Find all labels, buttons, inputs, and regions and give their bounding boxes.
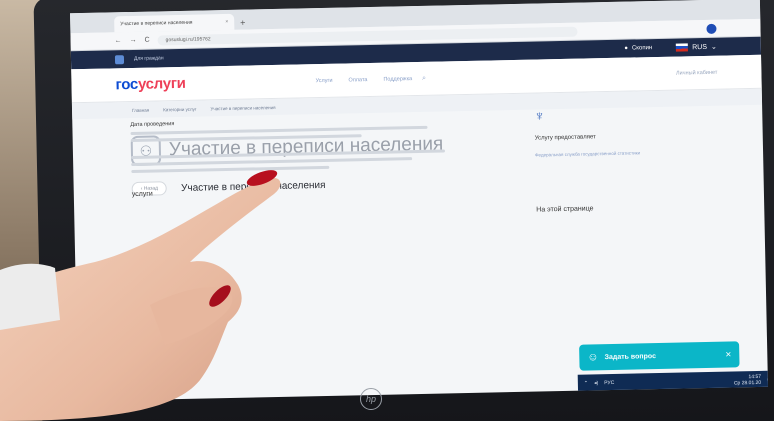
clock-date: Ср 28.01.20 — [733, 379, 762, 387]
breadcrumb-current: Участие в переписи населения — [210, 104, 276, 111]
ask-question-label: Задать вопрос — [604, 352, 656, 361]
provider-link[interactable]: Федеральная служба государственной стати… — [535, 148, 715, 159]
blurred-text-line — [130, 125, 428, 136]
browser-tab[interactable]: Участие в переписи населения × — [114, 13, 235, 33]
gosuslugi-logo[interactable]: госуслуги — [115, 75, 185, 93]
flag-icon — [676, 43, 689, 52]
close-icon[interactable]: × — [725, 349, 731, 360]
tab-close-icon[interactable]: × — [225, 19, 228, 25]
search-icon[interactable]: ⌕ — [422, 74, 426, 82]
chevron-down-icon: ⌄ — [710, 43, 717, 51]
blurred-text-line — [131, 165, 330, 174]
provider-label: Услугу предоставляет — [534, 134, 596, 142]
menu-item-support[interactable]: Поддержка — [383, 76, 412, 83]
location-label: Скопин — [631, 45, 653, 52]
photo-scene: Участие в переписи населения × + ← → C g… — [0, 0, 774, 421]
breadcrumb-categories[interactable]: Категории услуг — [163, 106, 196, 112]
logo-part-2: услуги — [137, 74, 186, 93]
network-icon[interactable]: ⌃ — [584, 380, 588, 386]
language-label: RUS — [692, 43, 708, 51]
ask-question-widget[interactable]: ☺ Задать вопрос × — [579, 341, 740, 371]
location-selector[interactable]: ● Скопин — [624, 45, 652, 52]
on-page-heading: На этой странице — [536, 205, 594, 214]
blurred-text-line — [131, 157, 412, 167]
back-button[interactable]: ← — [115, 37, 122, 44]
laptop-screen: Участие в переписи населения × + ← → C g… — [70, 0, 768, 402]
audience-selector[interactable]: Для граждан — [134, 55, 164, 62]
chat-icon: ☺ — [587, 351, 599, 364]
forward-button[interactable]: → — [130, 37, 137, 44]
eagle-emblem-icon: ♆ — [534, 107, 545, 124]
logo-part-1: гос — [115, 75, 139, 94]
login-link[interactable]: Личный кабинет — [676, 69, 718, 76]
language-indicator[interactable]: РУС — [604, 380, 614, 386]
breadcrumb-home[interactable]: Главная — [132, 107, 149, 112]
new-tab-button[interactable]: + — [240, 18, 245, 28]
main-menu: Услуги Оплата Поддержка — [316, 76, 413, 84]
blurred-text-line — [130, 134, 362, 143]
crest-icon[interactable] — [114, 54, 125, 64]
clock[interactable]: 14:57 Ср 28.01.20 — [734, 374, 761, 387]
hp-logo: hp — [360, 388, 382, 410]
location-pin-icon: ● — [624, 45, 629, 52]
menu-item-services[interactable]: Услуги — [316, 77, 333, 83]
profile-avatar[interactable] — [706, 23, 717, 34]
sidebar: ♆ Услугу предоставляет Федеральная служб… — [534, 104, 716, 214]
service-description: Дата проведения услуги — [130, 115, 462, 198]
reload-button[interactable]: C — [145, 37, 150, 44]
volume-icon[interactable]: ◂) — [594, 380, 598, 386]
tab-title: Участие в переписи населения — [120, 19, 193, 28]
menu-item-payment[interactable]: Оплата — [348, 77, 367, 83]
language-selector[interactable]: RUS ⌄ — [676, 43, 717, 52]
